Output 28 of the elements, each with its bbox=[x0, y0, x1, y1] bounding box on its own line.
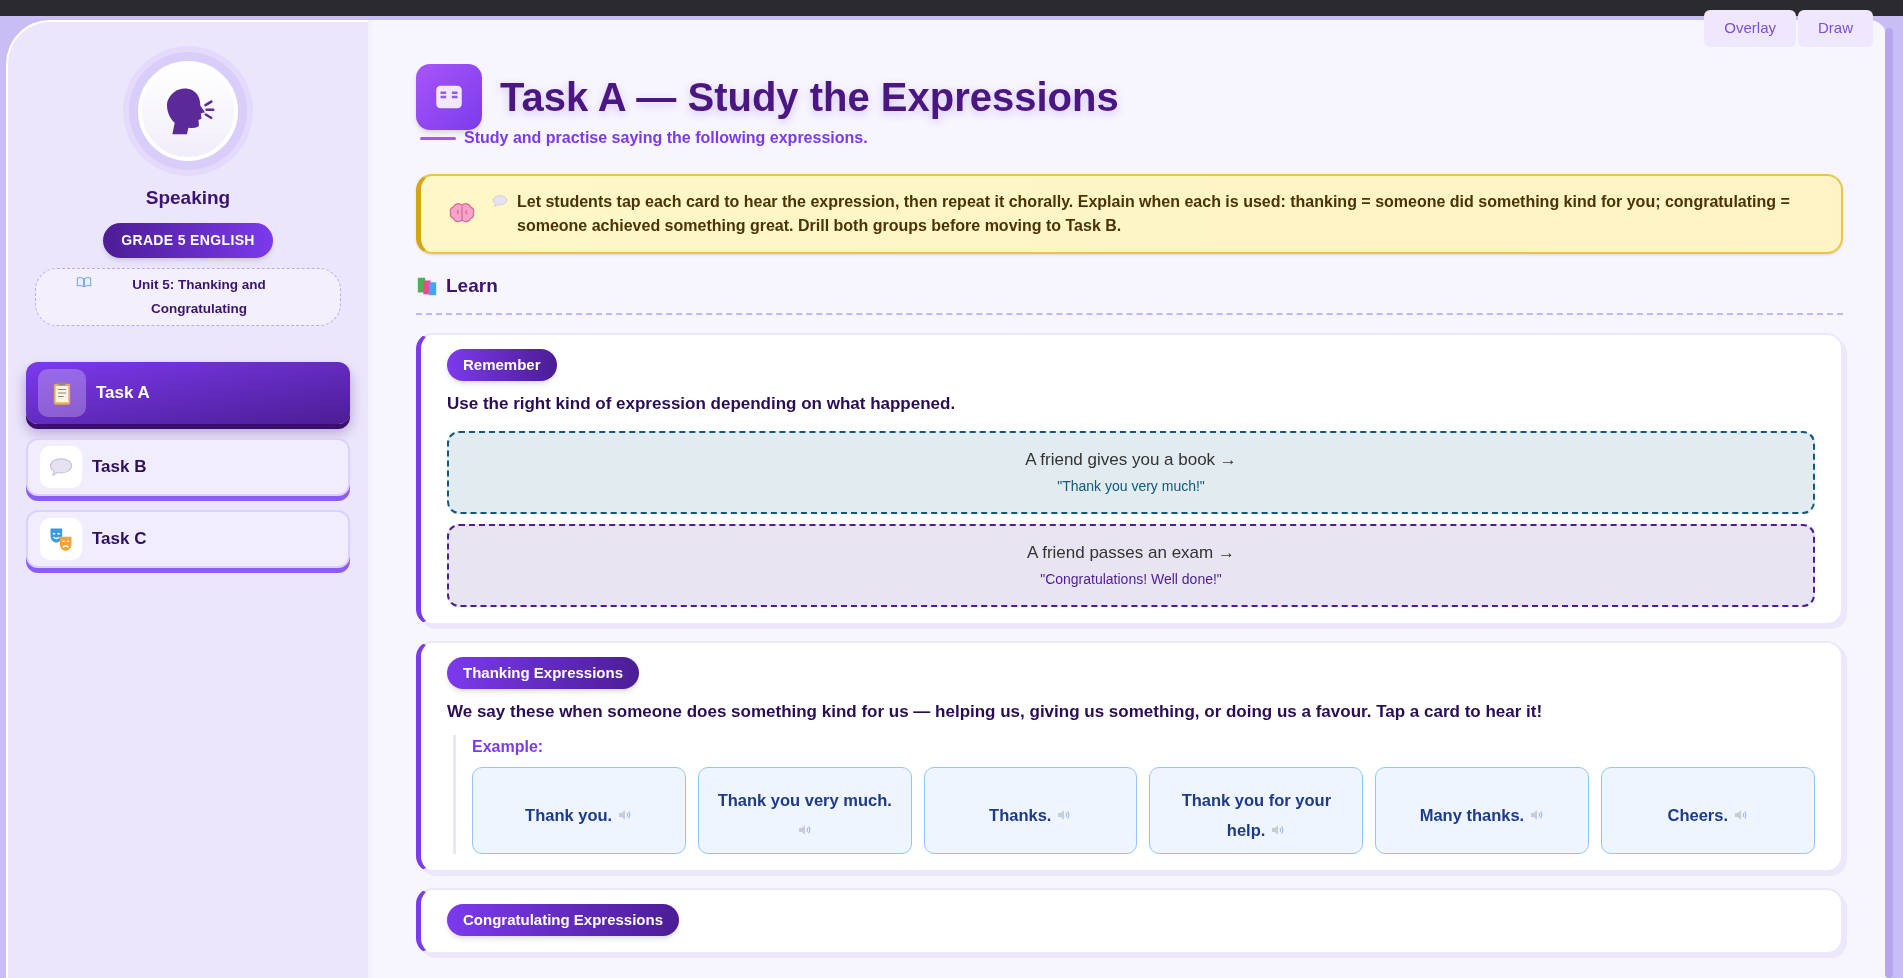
subject-title: Speaking bbox=[145, 186, 231, 210]
expression-card[interactable]: Thank you. bbox=[472, 766, 686, 854]
unit-title: Unit 5: Thanking and Congratulating bbox=[131, 275, 267, 318]
toolbar-button[interactable]: Draw bbox=[1798, 10, 1873, 47]
example-label: Example: bbox=[472, 736, 545, 757]
response-text: "Congratulations! Well done!" bbox=[1040, 570, 1222, 590]
expression-card[interactable]: Thank you for your help. bbox=[1149, 766, 1364, 854]
section-tag: Congratulating Expressions bbox=[447, 903, 680, 936]
page-subtitle: Study and practise saying the following expressions. bbox=[464, 128, 868, 148]
grade-badge: GRADE 5 ENGLISH bbox=[103, 222, 273, 258]
expression-card[interactable]: Thank you very much. bbox=[697, 766, 912, 854]
situation-text: A friend passes an exam → bbox=[1027, 541, 1235, 564]
scrollbar[interactable] bbox=[1885, 28, 1893, 978]
expression-card[interactable]: Cheers. bbox=[1601, 766, 1815, 854]
situation-text: A friend gives you a book → bbox=[1025, 448, 1237, 471]
card-text: Use the right kind of expression depending on what happened. bbox=[447, 393, 957, 415]
note-text: Let students tap each card to hear the expression, then repeat it chorally. Explain when each is used: thanking = someone did something kind for you; congratulating = someone achieved something great. Drill both groups before moving to Task B. bbox=[517, 192, 1791, 236]
card-text: We say these when someone does something kind for us — helping us, giving us something, or doing us a favour. Tap a card to hear it! bbox=[447, 701, 1544, 723]
expression-card[interactable]: Thanks. bbox=[923, 766, 1138, 854]
section-heading: Learn bbox=[446, 274, 498, 298]
section-tag: Remember bbox=[447, 348, 557, 381]
expression-card[interactable]: Many thanks. bbox=[1375, 766, 1590, 854]
response-text: "Thank you very much!" bbox=[1057, 477, 1205, 497]
page-title: Task A — Study the Expressions bbox=[500, 74, 1119, 121]
section-tag: Thanking Expressions bbox=[447, 656, 640, 689]
books-icon bbox=[416, 275, 438, 298]
speech-bubble-icon bbox=[491, 192, 509, 210]
toolbar-button[interactable]: Overlay bbox=[1704, 10, 1796, 47]
